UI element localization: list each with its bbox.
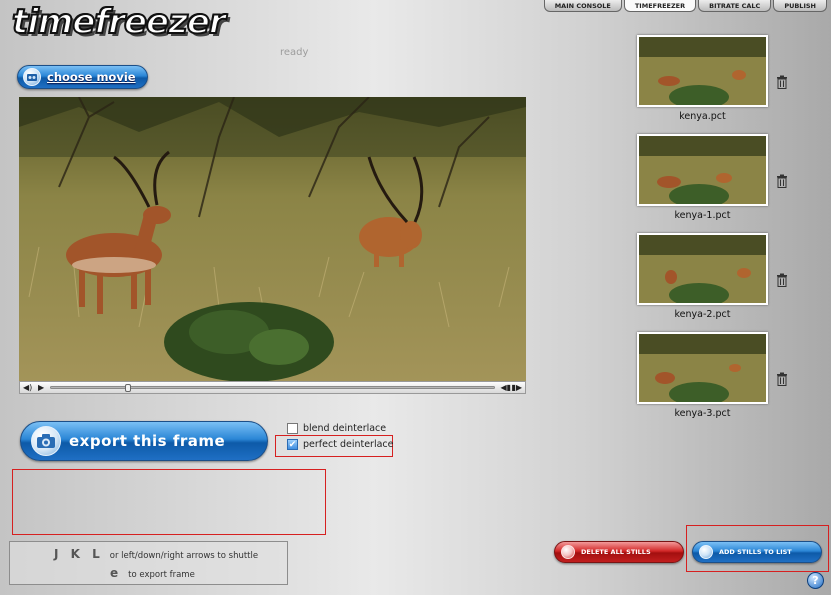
video-preview[interactable] — [19, 97, 526, 381]
export-key: e — [110, 566, 123, 580]
app-logo: timefreezer — [11, 1, 227, 43]
perfect-deinterlace-label: perfect deinterlace — [303, 439, 394, 450]
trash-icon[interactable] — [776, 174, 788, 188]
still-filename: kenya-1.pct — [674, 210, 731, 221]
still-filename: kenya-2.pct — [674, 309, 731, 320]
scrubber-track[interactable] — [50, 384, 495, 392]
film-icon — [23, 68, 41, 86]
step-forward-icon[interactable]: ▮▶ — [511, 382, 522, 393]
blend-deinterlace-checkbox[interactable] — [287, 423, 298, 434]
delete-all-stills-label: DELETE ALL STILLS — [581, 548, 651, 556]
still-thumbnail[interactable] — [637, 332, 768, 404]
trash-icon[interactable] — [776, 75, 788, 89]
still-thumbnail[interactable] — [637, 134, 768, 206]
perfect-deinterlace-checkbox[interactable]: ✔ — [287, 439, 298, 450]
scrubber-handle[interactable] — [125, 384, 131, 392]
delete-all-stills-button[interactable]: DELETE ALL STILLS — [554, 541, 684, 563]
info-panel — [12, 469, 326, 535]
still-filename: kenya-3.pct — [674, 408, 731, 419]
export-frame-label: export this frame — [69, 432, 226, 450]
choose-movie-button[interactable]: choose movie — [17, 65, 148, 89]
tab-timefreezer[interactable]: TIMEFREEZER — [623, 0, 697, 12]
add-stills-icon — [699, 545, 713, 559]
export-frame-button[interactable]: export this frame — [20, 421, 268, 461]
delete-icon — [561, 545, 575, 559]
volume-icon[interactable]: ◀) — [23, 382, 32, 393]
still-filename: kenya.pct — [679, 111, 726, 122]
tab-main-console[interactable]: MAIN CONSOLE — [543, 0, 622, 12]
tab-publish[interactable]: PUBLISH — [773, 0, 827, 12]
camera-icon — [31, 426, 61, 456]
video-controls: ◀) ▶ ◀▮ ▮▶ — [19, 381, 526, 394]
blend-deinterlace-option[interactable]: blend deinterlace — [287, 423, 386, 434]
trash-icon[interactable] — [776, 273, 788, 287]
still-thumbnail[interactable] — [637, 35, 768, 107]
play-icon[interactable]: ▶ — [38, 382, 44, 393]
shuttle-keys: J K L — [54, 547, 104, 561]
keyboard-shortcuts-panel: J K L or left/down/right arrows to shutt… — [9, 541, 288, 585]
add-stills-label: ADD STILLS TO LIST — [719, 548, 792, 556]
step-back-icon[interactable]: ◀▮ — [500, 382, 511, 393]
blend-deinterlace-label: blend deinterlace — [303, 423, 387, 434]
tab-bitrate-calc[interactable]: BITRATE CALC — [698, 0, 772, 12]
still-thumbnail[interactable] — [637, 233, 768, 305]
top-tab-bar: MAIN CONSOLE TIMEFREEZER BITRATE CALC PU… — [543, 0, 827, 12]
help-button[interactable]: ? — [807, 572, 824, 589]
perfect-deinterlace-option[interactable]: ✔ perfect deinterlace — [287, 439, 393, 450]
add-stills-button[interactable]: ADD STILLS TO LIST — [692, 541, 822, 563]
shuttle-description: or left/down/right arrows to shuttle — [109, 551, 259, 561]
export-key-description: to export frame — [128, 570, 195, 580]
choose-movie-label: choose movie — [47, 70, 136, 84]
trash-icon[interactable] — [776, 372, 788, 386]
status-text: ready — [280, 47, 309, 58]
